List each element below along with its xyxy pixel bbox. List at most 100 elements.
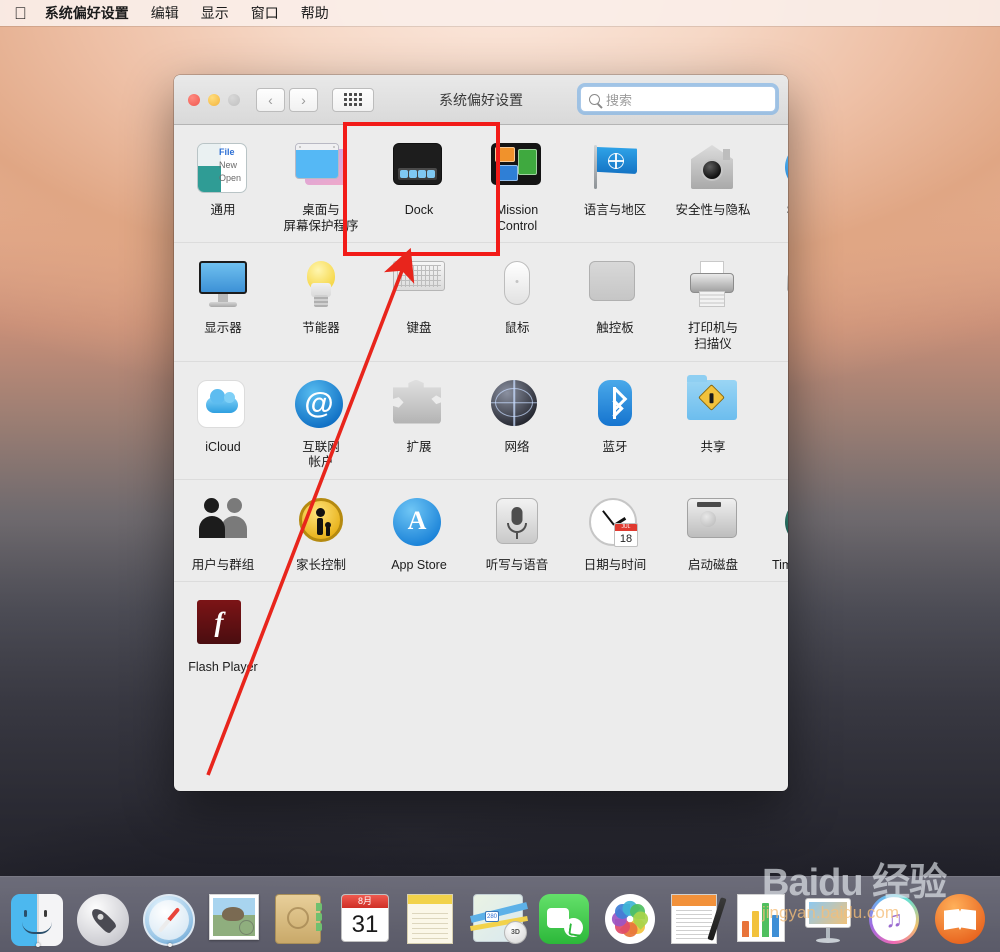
security-privacy-icon: [687, 143, 739, 195]
calendar-day: 31: [351, 911, 379, 938]
pref-label: Dock: [404, 203, 434, 217]
pref-label: 共享: [700, 439, 726, 454]
users-groups-icon: [197, 497, 249, 550]
pref-label: 显示器: [204, 321, 242, 336]
pref-item-extensions[interactable]: 扩展: [370, 372, 468, 471]
startup-disk-icon: [687, 497, 739, 550]
pref-row-3: iCloud @ 互联网 帐户 扩展 网络 蓝牙 共享: [174, 362, 788, 480]
menu-item-window[interactable]: 窗口: [251, 3, 279, 23]
forward-button[interactable]: ›: [289, 87, 318, 112]
menu-bar:  系统偏好设置 编辑 显示 窗口 帮助: [0, 0, 1000, 26]
pref-item-desktop-screensaver[interactable]: 桌面与 屏幕保护程序: [272, 135, 370, 234]
dock-item-notes[interactable]: [406, 882, 462, 948]
pref-label: 蓝牙: [602, 439, 628, 454]
sound-icon: [785, 261, 788, 313]
dock-item-maps[interactable]: 280 3D: [470, 882, 528, 948]
dock-item-ibooks[interactable]: [934, 882, 990, 948]
trackpad-icon: [589, 261, 641, 313]
dock-item-keynote[interactable]: [802, 882, 858, 948]
pref-label: 用户与群组: [191, 557, 255, 572]
pref-item-energy-saver[interactable]: 节能器: [272, 253, 370, 352]
pref-row-1: File New Open 通用 桌面与 屏幕保护程序 Dock Mission…: [174, 125, 788, 244]
pref-item-icloud[interactable]: iCloud: [174, 372, 272, 471]
dock-item-numbers[interactable]: [736, 882, 792, 948]
pref-item-time-machine[interactable]: Time Machine: [762, 490, 788, 574]
close-button[interactable]: [188, 93, 200, 106]
numbers-icon: [737, 894, 791, 948]
pref-label: iCloud: [205, 439, 241, 454]
pref-item-keyboard[interactable]: 键盘: [370, 253, 468, 352]
pref-item-sound[interactable]: 声音: [762, 253, 788, 352]
extensions-icon: [393, 379, 445, 432]
pref-item-dictation-speech[interactable]: 听写与语音: [468, 490, 566, 574]
pref-item-trackpad[interactable]: 触控板: [566, 253, 664, 352]
menu-item-system-preferences[interactable]: 系统偏好设置: [45, 3, 129, 23]
printers-scanners-icon: [687, 261, 739, 313]
dock-item-pages[interactable]: [670, 882, 727, 948]
back-button[interactable]: ‹: [256, 87, 285, 112]
dock-item-photos[interactable]: [604, 882, 660, 948]
search-icon: [589, 93, 600, 105]
minimize-button[interactable]: [208, 93, 220, 106]
dock-item-safari[interactable]: [142, 882, 198, 948]
pref-item-displays[interactable]: 显示器: [174, 253, 272, 352]
menu-item-edit[interactable]: 编辑: [151, 3, 179, 23]
dock-item-itunes[interactable]: ♫: [868, 882, 924, 948]
dock-item-calendar[interactable]: 8月 31: [340, 882, 396, 948]
pref-item-internet-accounts[interactable]: @ 互联网 帐户: [272, 372, 370, 471]
pref-item-security-privacy[interactable]: 安全性与隐私: [664, 135, 762, 234]
time-machine-icon: [785, 497, 788, 550]
dock-item-finder[interactable]: [10, 882, 66, 948]
pref-item-mouse[interactable]: 鼠标: [468, 253, 566, 352]
pref-item-date-time[interactable]: JUL 18 日期与时间: [566, 490, 664, 574]
pref-row-5: f Flash Player: [174, 582, 788, 684]
pref-label: Mission Control: [495, 203, 539, 233]
zoom-button: [228, 93, 240, 106]
maps-icon: 280 3D: [470, 894, 528, 948]
pref-label: App Store: [391, 557, 447, 572]
pref-item-network[interactable]: 网络: [468, 372, 566, 471]
dock-item-contacts[interactable]: [274, 882, 330, 948]
pref-item-parental-controls[interactable]: 家长控制: [272, 490, 370, 574]
navigation-buttons: ‹ ›: [256, 87, 318, 112]
pref-label: 扩展: [406, 439, 432, 454]
dock-icon: [393, 143, 445, 195]
pref-item-mission-control[interactable]: Mission Control: [468, 135, 566, 234]
system-preferences-window: ‹ › 系统偏好设置 搜索 File New Open 通用 桌面与 屏幕保护程…: [174, 75, 788, 791]
pref-item-flash-player[interactable]: f Flash Player: [174, 592, 272, 676]
parental-controls-icon: [295, 497, 347, 550]
calendar-month: 8月: [342, 895, 388, 908]
pref-item-general[interactable]: File New Open 通用: [174, 135, 272, 234]
sharing-icon: [687, 374, 739, 432]
pref-item-users-groups[interactable]: 用户与群组: [174, 490, 272, 574]
pref-item-sharing[interactable]: 共享: [664, 372, 762, 471]
pref-label: 语言与地区: [583, 203, 647, 217]
apple-menu-icon[interactable]: : [14, 5, 27, 22]
icloud-icon: [197, 379, 249, 432]
pref-item-app-store[interactable]: A App Store: [370, 490, 468, 574]
pref-label: 节能器: [302, 321, 340, 336]
pref-label: 网络: [504, 439, 530, 454]
search-input[interactable]: 搜索: [580, 86, 776, 112]
pref-label: 互联网 帐户: [302, 439, 340, 470]
dock-item-mail[interactable]: [208, 882, 264, 948]
pref-item-dock[interactable]: Dock: [370, 135, 468, 234]
pref-label: 触控板: [596, 321, 634, 336]
pref-item-language-region[interactable]: 语言与地区: [566, 135, 664, 234]
pages-icon: [671, 894, 727, 948]
window-controls: [188, 93, 240, 106]
show-all-button[interactable]: [332, 87, 374, 112]
menu-item-view[interactable]: 显示: [201, 3, 229, 23]
itunes-note-glyph: ♫: [885, 906, 903, 932]
spotlight-icon: [785, 143, 788, 195]
dock-item-facetime[interactable]: [538, 882, 594, 948]
dock-item-launchpad[interactable]: [76, 882, 132, 948]
flash-player-icon: f: [197, 600, 249, 652]
pref-item-startup-disk[interactable]: 启动磁盘: [664, 490, 762, 574]
pref-item-bluetooth[interactable]: 蓝牙: [566, 372, 664, 471]
pref-item-printers-scanners[interactable]: 打印机与 扫描仪: [664, 253, 762, 352]
desktop-screensaver-icon: [295, 143, 347, 195]
menu-item-help[interactable]: 帮助: [301, 3, 329, 23]
pref-item-spotlight[interactable]: Spotlight: [762, 135, 788, 234]
app-store-icon: A: [393, 497, 445, 550]
